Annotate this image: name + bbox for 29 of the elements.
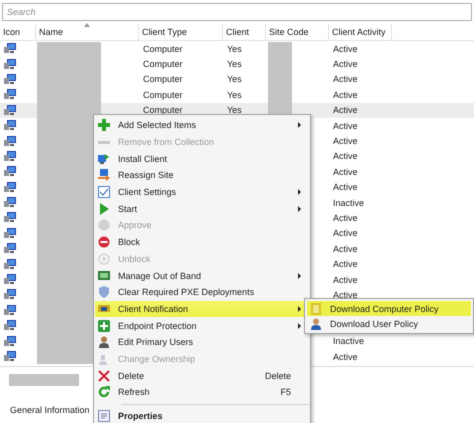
table-cell: Computer [143,59,183,70]
table-cell: Active [333,228,358,238]
table-cell: Active [333,290,358,300]
table-cell: Active [333,59,358,70]
table-cell: Active [333,90,358,100]
table-cell: Active [333,212,358,223]
table-cell: Active [333,352,358,362]
table-cell: Active [333,244,358,254]
table-cell: Computer [143,44,183,54]
table-cell: Active [333,44,358,54]
table-cell: Active [333,182,358,192]
table-cell: Yes [227,90,242,100]
table-cell: Active [333,166,358,177]
table-cell: Inactive [333,336,364,346]
table-cell: Active [333,105,358,116]
table-cell: Active [333,259,358,270]
table-cell: Active [333,120,358,131]
table-cell: Computer [143,105,183,116]
table-cell: Computer [143,74,183,84]
table-cell: Active [333,136,358,146]
table-cell: Yes [227,74,242,84]
table-cell: Yes [227,44,242,54]
table-cell: Active [333,274,358,285]
table-cell: Active [333,151,358,162]
table-cell: Yes [227,59,242,70]
table-cell: Computer [143,90,183,100]
table-cell: Active [333,74,358,84]
table-cell: Yes [227,105,242,116]
table-cell: Inactive [333,198,364,208]
